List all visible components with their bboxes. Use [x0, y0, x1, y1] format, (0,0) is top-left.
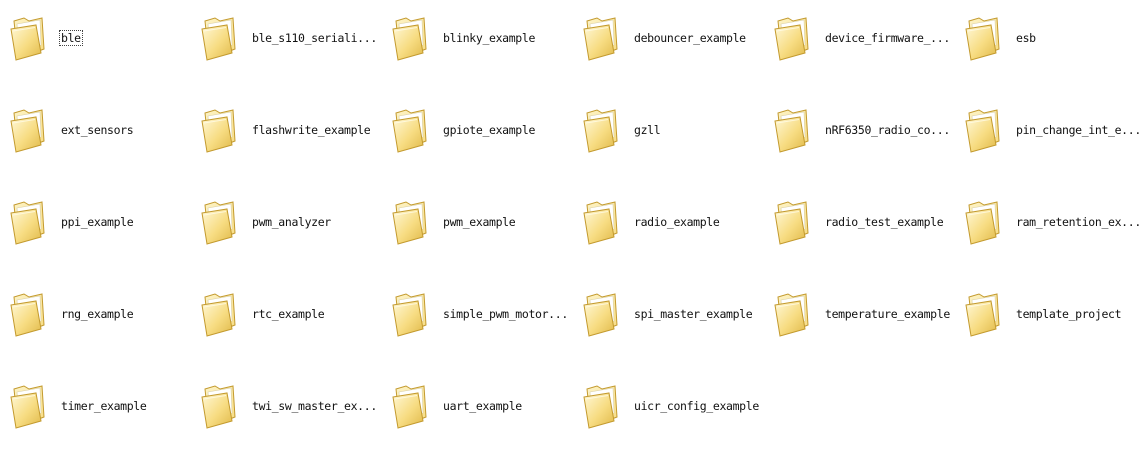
folder-item[interactable]: ext_sensors: [8, 100, 199, 160]
folder-label: debouncer_example: [634, 31, 746, 45]
folder-grid: ble ble_s110_seriali... blinky_example d…: [8, 8, 1144, 468]
folder-label: rng_example: [61, 307, 134, 321]
folder-item[interactable]: uicr_config_example: [581, 376, 772, 436]
folder-label: timer_example: [61, 399, 147, 413]
folder-icon: [581, 291, 621, 337]
folder-item[interactable]: blinky_example: [390, 8, 581, 68]
folder-item[interactable]: device_firmware_...: [772, 8, 963, 68]
folder-label: spi_master_example: [634, 307, 753, 321]
folder-label: uart_example: [443, 399, 522, 413]
folder-label: twi_sw_master_ex...: [252, 399, 377, 413]
folder-icon: [772, 199, 812, 245]
folder-label: flashwrite_example: [252, 123, 371, 137]
folder-item[interactable]: gzll: [581, 100, 772, 160]
folder-label: gpiote_example: [443, 123, 536, 137]
folder-item[interactable]: temperature_example: [772, 284, 963, 344]
folder-label: radio_example: [634, 215, 720, 229]
folder-icon: [199, 383, 239, 429]
folder-icon: [390, 107, 430, 153]
folder-label: radio_test_example: [825, 215, 944, 229]
folder-label: esb: [1016, 31, 1036, 45]
folder-item[interactable]: gpiote_example: [390, 100, 581, 160]
folder-icon: [8, 383, 48, 429]
folder-label: template_project: [1016, 307, 1122, 321]
folder-item[interactable]: ppi_example: [8, 192, 199, 252]
folder-label: blinky_example: [443, 31, 536, 45]
folder-icon: [772, 15, 812, 61]
folder-label: ram_retention_ex...: [1016, 215, 1141, 229]
folder-label: pin_change_int_e...: [1016, 123, 1141, 137]
folder-icon: [8, 107, 48, 153]
folder-label: ext_sensors: [61, 123, 134, 137]
folder-icon: [199, 15, 239, 61]
folder-item[interactable]: simple_pwm_motor...: [390, 284, 581, 344]
folder-label: temperature_example: [825, 307, 950, 321]
folder-icon: [390, 199, 430, 245]
folder-label: uicr_config_example: [634, 399, 759, 413]
folder-label: ble: [59, 30, 83, 46]
folder-label: simple_pwm_motor...: [443, 307, 568, 321]
folder-icon: [772, 107, 812, 153]
folder-icon: [963, 291, 1003, 337]
folder-item[interactable]: pin_change_int_e...: [963, 100, 1144, 160]
folder-label: rtc_example: [252, 307, 325, 321]
folder-item[interactable]: radio_example: [581, 192, 772, 252]
folder-item[interactable]: ble_s110_seriali...: [199, 8, 390, 68]
folder-item[interactable]: esb: [963, 8, 1144, 68]
folder-icon: [390, 15, 430, 61]
folder-icon: [963, 15, 1003, 61]
folder-item[interactable]: twi_sw_master_ex...: [199, 376, 390, 436]
folder-icon: [581, 107, 621, 153]
folder-icon: [199, 107, 239, 153]
folder-icon: [8, 15, 48, 61]
folder-label: nRF6350_radio_co...: [825, 123, 950, 137]
folder-item[interactable]: radio_test_example: [772, 192, 963, 252]
folder-icon: [772, 291, 812, 337]
folder-label: ppi_example: [61, 215, 134, 229]
folder-icon: [8, 291, 48, 337]
folder-item[interactable]: pwm_analyzer: [199, 192, 390, 252]
folder-item[interactable]: debouncer_example: [581, 8, 772, 68]
folder-icon: [390, 291, 430, 337]
folder-icon: [963, 199, 1003, 245]
folder-icon: [199, 199, 239, 245]
folder-item[interactable]: uart_example: [390, 376, 581, 436]
folder-label: device_firmware_...: [825, 31, 950, 45]
folder-item[interactable]: rng_example: [8, 284, 199, 344]
folder-item[interactable]: flashwrite_example: [199, 100, 390, 160]
folder-icon: [581, 383, 621, 429]
folder-item[interactable]: rtc_example: [199, 284, 390, 344]
folder-icon: [581, 199, 621, 245]
folder-item[interactable]: pwm_example: [390, 192, 581, 252]
folder-label: ble_s110_seriali...: [252, 31, 377, 45]
folder-icon: [199, 291, 239, 337]
folder-icon: [963, 107, 1003, 153]
folder-label: pwm_example: [443, 215, 516, 229]
folder-item[interactable]: template_project: [963, 284, 1144, 344]
folder-item[interactable]: ram_retention_ex...: [963, 192, 1144, 252]
folder-icon: [581, 15, 621, 61]
folder-label: pwm_analyzer: [252, 215, 331, 229]
folder-icon: [390, 383, 430, 429]
folder-item[interactable]: spi_master_example: [581, 284, 772, 344]
folder-item[interactable]: nRF6350_radio_co...: [772, 100, 963, 160]
folder-item[interactable]: ble: [8, 8, 199, 68]
folder-icon: [8, 199, 48, 245]
folder-label: gzll: [634, 123, 661, 137]
folder-item[interactable]: timer_example: [8, 376, 199, 436]
